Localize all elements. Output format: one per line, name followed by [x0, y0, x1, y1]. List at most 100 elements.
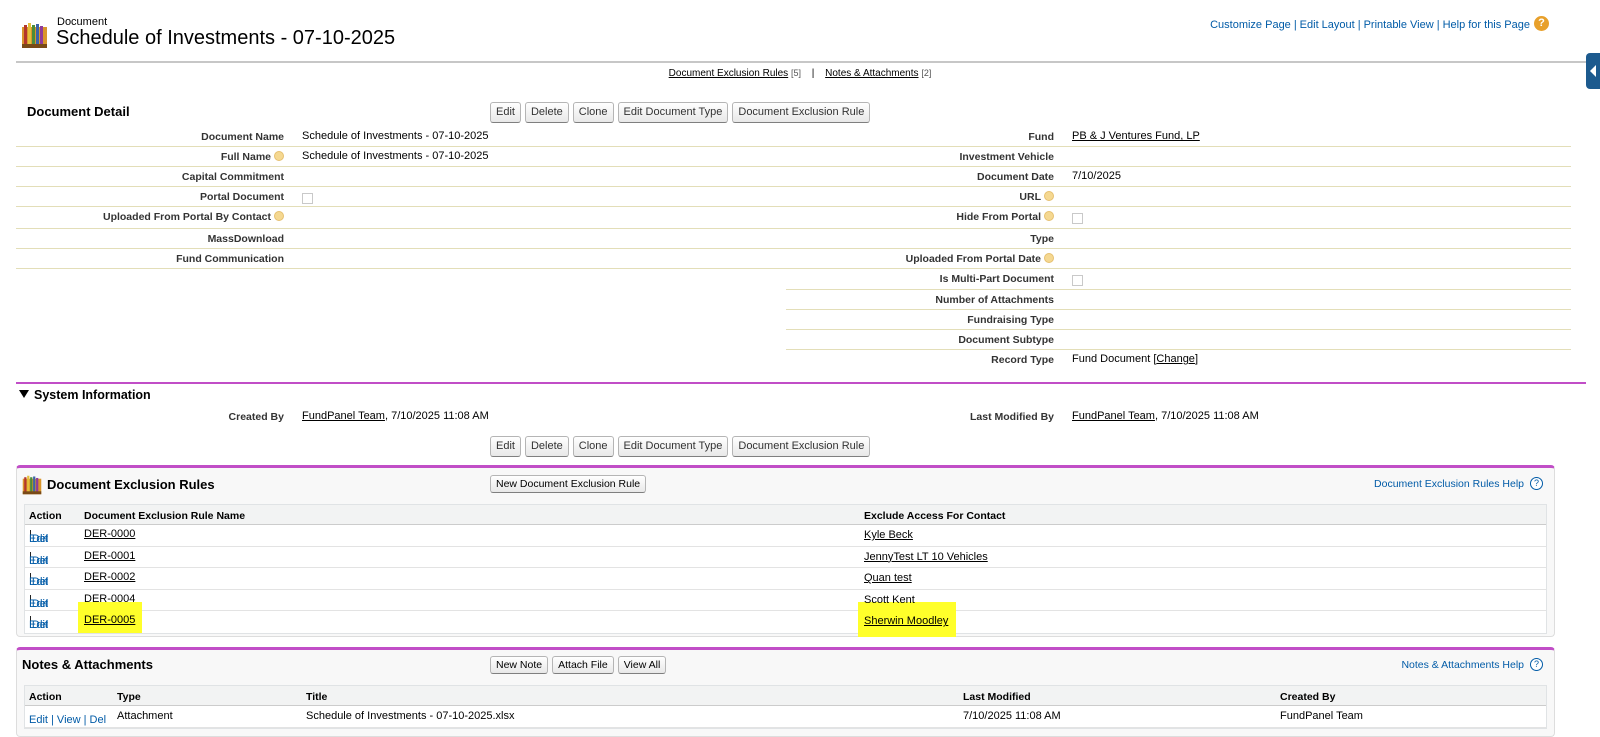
field-label: Capital Commitment — [181, 171, 284, 183]
attachment-type: Attachment — [117, 710, 173, 722]
del-link[interactable]: Del — [32, 619, 49, 631]
rule-name-link[interactable]: DER-0000 — [84, 528, 135, 540]
column-header-title: Title — [306, 691, 328, 703]
system-info-toggle[interactable]: System Information — [19, 388, 151, 402]
field-row-full-name: Full Name Schedule of Investments - 07-1… — [16, 147, 786, 167]
detail-button-row-bottom: Edit Delete Clone Edit Document Type Doc… — [490, 436, 871, 457]
notes-help: Notes & Attachments Help? — [1401, 658, 1543, 671]
document-exclusion-rule-button[interactable]: Document Exclusion Rule — [732, 436, 871, 457]
field-row-massdownload: MassDownload — [16, 229, 786, 249]
del-link[interactable]: Del — [32, 555, 49, 567]
section-title: System Information — [34, 388, 151, 402]
contact-link[interactable]: Sherwin Moodley — [864, 615, 948, 627]
row-actions: Edit | Del — [29, 529, 49, 545]
help-bubble-icon[interactable] — [1044, 253, 1054, 263]
system-info-divider — [16, 382, 1586, 384]
delete-button[interactable]: Delete — [524, 102, 569, 123]
customize-page-link[interactable]: Customize Page — [1210, 19, 1291, 31]
delete-button[interactable]: Delete — [524, 436, 569, 457]
field-label: Uploaded From Portal By Contact — [16, 211, 284, 223]
table-row: Edit | Del DER-0000 Kyle Beck — [25, 525, 1546, 547]
clone-button[interactable]: Clone — [572, 102, 614, 123]
field-label: URL — [786, 191, 1054, 203]
clone-button[interactable]: Clone — [572, 436, 614, 457]
field-row-created-by: Created By FundPanel Team, 7/10/2025 11:… — [16, 407, 786, 427]
rule-name-link[interactable]: DER-0001 — [84, 550, 135, 562]
fund-link[interactable]: PB & J Ventures Fund, LP — [1072, 130, 1200, 142]
rule-name-link[interactable]: DER-0005 — [84, 614, 135, 626]
page-title: Schedule of Investments - 07-10-2025 — [56, 27, 396, 49]
exclusion-rules-table: Action Document Exclusion Rule Name Excl… — [24, 504, 1547, 638]
column-header-type: Type — [117, 691, 141, 703]
contact-link[interactable]: Quan test — [864, 572, 912, 584]
change-record-type-link[interactable]: Change — [1156, 353, 1195, 365]
row-actions: Edit | Del — [29, 615, 49, 632]
field-label-text: Uploaded From Portal Date — [905, 253, 1041, 265]
exclusion-rules-help-link[interactable]: Document Exclusion Rules Help — [1374, 478, 1524, 490]
collapse-triangle-icon — [19, 390, 29, 398]
table-row: Edit | View | Del Attachment Schedule of… — [25, 706, 1546, 728]
created-by-user-link[interactable]: FundPanel Team — [302, 410, 385, 422]
row-actions: Edit | Del — [29, 593, 49, 610]
help-bubble-icon[interactable] — [1044, 191, 1054, 201]
help-bubble-icon[interactable] — [1044, 211, 1054, 221]
notes-help-link[interactable]: Notes & Attachments Help — [1401, 659, 1524, 671]
field-label: Hide From Portal — [786, 211, 1054, 223]
field-row-fund: Fund PB & J Ventures Fund, LP — [786, 127, 1571, 147]
hover-link-count: [5] — [790, 68, 801, 78]
del-link[interactable]: Del — [32, 598, 49, 610]
attachment-created-by: FundPanel Team — [1280, 710, 1363, 722]
edit-document-type-button[interactable]: Edit Document Type — [617, 436, 729, 457]
del-link[interactable]: Del — [32, 533, 49, 545]
modified-date: , 7/10/2025 11:08 AM — [1154, 410, 1259, 422]
field-label: Record Type — [991, 354, 1054, 366]
field-label: Document Date — [976, 171, 1054, 183]
notes-attachments-related-list: Notes & Attachments New Note Attach File… — [16, 647, 1555, 737]
hide-from-portal-checkbox — [1072, 213, 1083, 224]
edit-button[interactable]: Edit — [490, 436, 521, 457]
document-exclusion-rule-button[interactable]: Document Exclusion Rule — [732, 102, 871, 123]
related-list-hover-links: Document Exclusion Rules [5] | Notes & A… — [0, 68, 1600, 79]
header-links: Customize Page | Edit Layout | Printable Vie… — [1210, 19, 1530, 31]
field-row-fundraising-type: Fundraising Type — [786, 310, 1571, 330]
field-value: Schedule of Investments - 07-10-2025 — [302, 130, 489, 142]
field-row-fund-communication: Fund Communication — [16, 249, 786, 269]
help-bubble-icon[interactable] — [274, 151, 284, 161]
field-label-text: Hide From Portal — [956, 211, 1041, 223]
edit-layout-link[interactable]: Edit Layout — [1300, 19, 1355, 31]
created-date: , 7/10/2025 11:08 AM — [384, 410, 489, 422]
portal-document-checkbox — [302, 193, 313, 204]
notes-table: Action Type Title Last Modified Created … — [24, 685, 1547, 729]
help-question-icon[interactable]: ? — [1530, 477, 1543, 490]
help-bubble-icon[interactable] — [274, 211, 284, 221]
field-row-portal-document: Portal Document — [16, 187, 786, 207]
view-all-button[interactable]: View All — [617, 656, 667, 674]
edit-document-type-button[interactable]: Edit Document Type — [617, 102, 729, 123]
related-list-title: Document Exclusion Rules — [47, 477, 215, 492]
help-icon[interactable]: ? — [1534, 16, 1549, 31]
row-action-links[interactable]: Edit | View | Del — [29, 714, 106, 726]
help-question-icon[interactable]: ? — [1530, 658, 1543, 671]
column-header-created-by: Created By — [1280, 691, 1336, 703]
edit-button[interactable]: Edit — [490, 102, 521, 123]
field-label: Full Name — [16, 151, 284, 163]
del-link[interactable]: Del — [32, 576, 49, 588]
new-note-button[interactable]: New Note — [490, 656, 549, 674]
hover-link-count: [2] — [921, 68, 932, 78]
hover-link-notes-attachments[interactable]: Notes & Attachments — [825, 68, 918, 79]
modified-by-user-link[interactable]: FundPanel Team — [1072, 410, 1155, 422]
field-label: Uploaded From Portal Date — [786, 253, 1054, 265]
help-for-page-link[interactable]: Help for this Page — [1443, 19, 1530, 31]
attach-file-button[interactable]: Attach File — [552, 656, 614, 674]
column-header-last-modified: Last Modified — [963, 691, 1031, 703]
printable-view-link[interactable]: Printable View — [1364, 19, 1434, 31]
contact-link[interactable]: JennyTest LT 10 Vehicles — [864, 551, 988, 563]
field-value: Fund Document [Change] — [1072, 353, 1198, 365]
detail-button-row-top: Edit Delete Clone Edit Document Type Doc… — [490, 102, 871, 123]
rule-name-link[interactable]: DER-0002 — [84, 571, 135, 583]
row-actions: Edit | Del — [29, 572, 49, 589]
new-exclusion-rule-button[interactable]: New Document Exclusion Rule — [490, 475, 647, 493]
field-row-document-date: Document Date 7/10/2025 — [786, 167, 1571, 187]
hover-link-exclusion-rules[interactable]: Document Exclusion Rules — [669, 68, 789, 79]
contact-link[interactable]: Kyle Beck — [864, 529, 913, 541]
